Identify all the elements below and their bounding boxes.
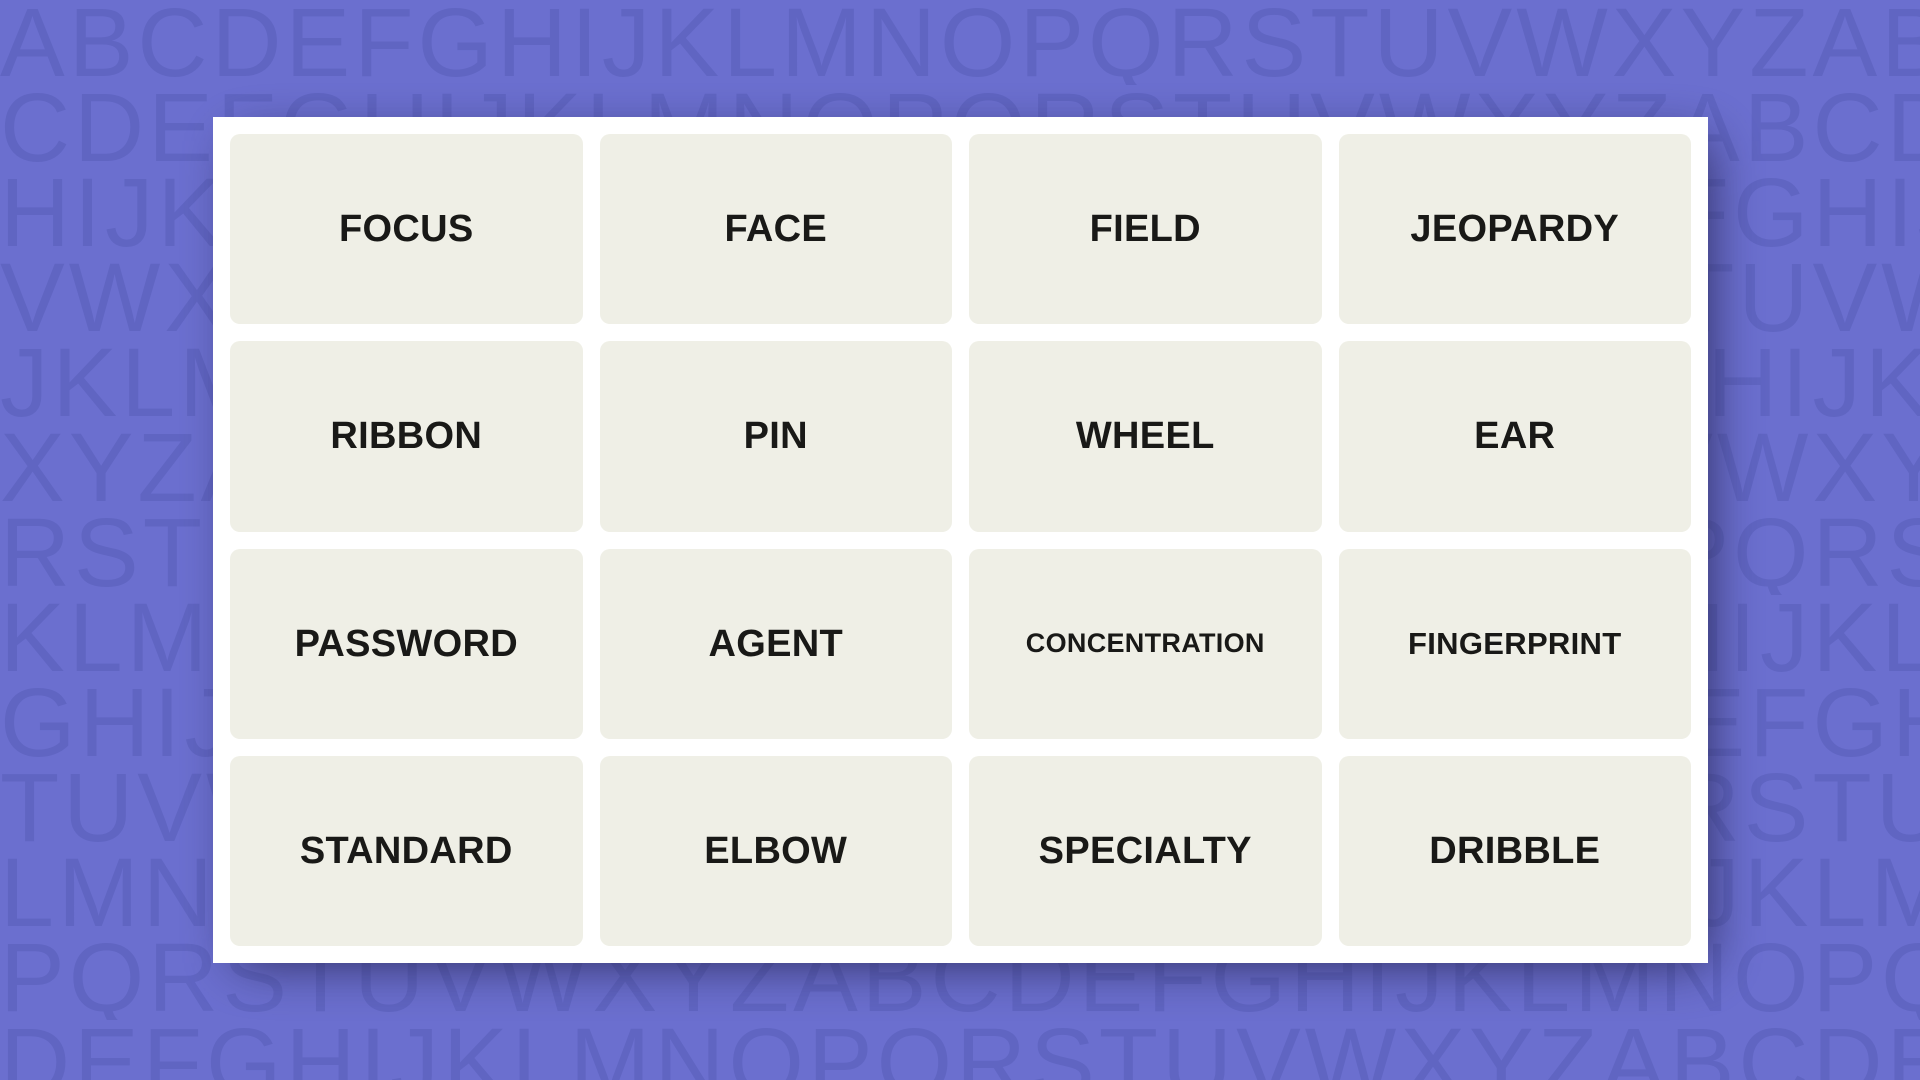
word-tile-label: CONCENTRATION: [1025, 628, 1265, 659]
puzzle-grid-row: STANDARD ELBOW SPECIALTY DRIBBLE: [230, 755, 1691, 946]
word-tile-label: FACE: [724, 208, 828, 251]
word-tile-label: FIELD: [1089, 208, 1201, 251]
word-tile-specialty[interactable]: SPECIALTY: [969, 755, 1322, 946]
word-tile-password[interactable]: PASSWORD: [230, 548, 583, 739]
word-tile-face[interactable]: FACE: [599, 134, 952, 325]
word-tile-label: PIN: [743, 415, 808, 458]
word-tile-pin[interactable]: PIN: [599, 341, 952, 532]
word-tile-agent[interactable]: AGENT: [599, 548, 952, 739]
background-pattern-row: DEFGHIJKLMNOPQRSTUVWXYZABCDEFGHI: [0, 1020, 1920, 1080]
word-tile-label: EAR: [1474, 415, 1556, 458]
word-tile-ear[interactable]: EAR: [1338, 341, 1691, 532]
word-tile-label: RIBBON: [330, 415, 483, 458]
word-tile-concentration[interactable]: CONCENTRATION: [969, 548, 1322, 739]
puzzle-grid-row: FOCUS FACE FIELD JEOPARDY: [230, 134, 1691, 325]
word-tile-label: PASSWORD: [294, 622, 518, 665]
word-tile-dribble[interactable]: DRIBBLE: [1338, 755, 1691, 946]
word-tile-standard[interactable]: STANDARD: [230, 755, 583, 946]
word-tile-label: STANDARD: [299, 829, 513, 872]
word-tile-label: JEOPARDY: [1410, 208, 1620, 251]
word-tile-fingerprint[interactable]: FINGERPRINT: [1338, 548, 1691, 739]
puzzle-grid-row: PASSWORD AGENT CONCENTRATION FINGERPRINT: [230, 548, 1691, 739]
word-tile-label: SPECIALTY: [1038, 829, 1252, 872]
word-tile-jeopardy[interactable]: JEOPARDY: [1338, 134, 1691, 325]
word-tile-wheel[interactable]: WHEEL: [969, 341, 1322, 532]
word-tile-elbow[interactable]: ELBOW: [599, 755, 952, 946]
word-tile-label: ELBOW: [704, 829, 848, 872]
word-tile-label: FINGERPRINT: [1408, 626, 1622, 662]
word-tile-label: FOCUS: [339, 208, 474, 251]
word-tile-label: AGENT: [708, 622, 843, 665]
word-tile-focus[interactable]: FOCUS: [230, 134, 583, 325]
word-tile-label: DRIBBLE: [1429, 829, 1601, 872]
puzzle-card: FOCUS FACE FIELD JEOPARDY RIBBON PIN WHEEL EAR P…: [213, 117, 1708, 963]
word-tile-label: WHEEL: [1075, 415, 1215, 458]
puzzle-grid-row: RIBBON PIN WHEEL EAR: [230, 341, 1691, 532]
word-tile-field[interactable]: FIELD: [969, 134, 1322, 325]
word-tile-ribbon[interactable]: RIBBON: [230, 341, 583, 532]
background-pattern-row: ABCDEFGHIJKLMNOPQRSTUVWXYZABCDEF: [0, 0, 1920, 85]
